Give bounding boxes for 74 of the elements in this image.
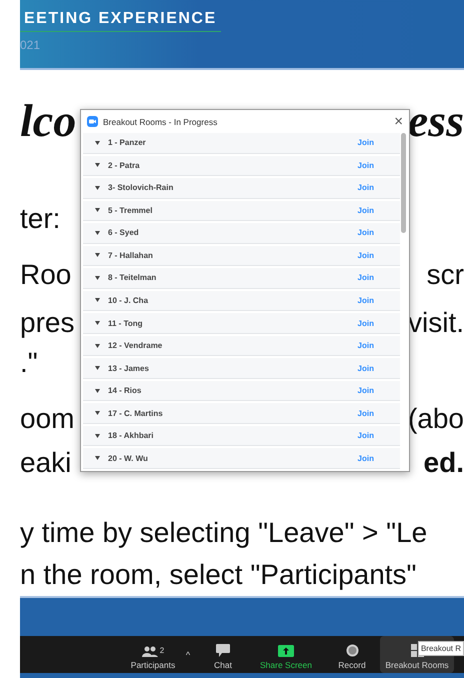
room-name: 10 - J. Cha	[108, 296, 150, 305]
slide-title-text: ess	[408, 98, 464, 144]
slide-text: n the room, select "Participants"	[20, 558, 416, 592]
slide-text: y time by selecting "Leave" > "Le	[20, 516, 428, 550]
expand-arrow-icon[interactable]	[95, 456, 100, 460]
toolbar-button[interactable]: Record	[324, 636, 380, 673]
slide-text: eaki	[20, 446, 72, 480]
room-row[interactable]: 13 - James Join	[83, 358, 400, 379]
slide-text: pres	[20, 306, 74, 340]
camera-app-icon	[87, 116, 98, 127]
toolbar-button[interactable]: Share Screen	[248, 636, 324, 673]
room-row[interactable]: 11 - Tong Join	[83, 313, 400, 334]
slide-text: visit.	[408, 306, 464, 340]
room-name: 14 - Rios	[108, 386, 142, 396]
room-row[interactable]: 10 - J. Cha Join	[83, 290, 400, 312]
tooltip: Breakout R	[418, 641, 464, 656]
room-row[interactable]: 7 - Hallahan Join	[83, 246, 400, 266]
room-name: 12 - Vendrame	[108, 341, 164, 350]
room-name: 8 - Teitelman	[108, 273, 158, 282]
slide-text: ter:	[20, 202, 60, 236]
expand-arrow-icon[interactable]	[95, 163, 100, 168]
room-row[interactable]: 5 - Tremmel Join	[83, 200, 400, 222]
expand-arrow-icon[interactable]	[95, 140, 100, 145]
room-name: 20 - W. Wu	[108, 454, 149, 463]
room-row[interactable]: 1 - Panzer Join	[83, 133, 400, 154]
dialog-title: Breakout Rooms - In Progress	[103, 116, 218, 126]
toolbar-button[interactable]: Chat	[198, 636, 248, 673]
expand-arrow-icon[interactable]	[95, 434, 100, 438]
room-name: 11 - Tong	[108, 318, 144, 328]
room-name: 5 - Tremmel	[108, 206, 154, 215]
room-name: 17 - C. Martins	[108, 408, 164, 418]
expand-arrow-icon[interactable]	[95, 344, 100, 348]
room-row[interactable]: 6 - Syed Join	[83, 223, 400, 244]
room-name: 13 - James	[108, 364, 150, 373]
expand-arrow-icon[interactable]	[95, 321, 100, 326]
banner-title: EETING EXPERIENCE	[20, 8, 221, 32]
banner-subtitle: 021	[20, 38, 40, 52]
room-name: 18 - Akhbari	[108, 431, 154, 440]
room-row[interactable]: 17 - C. Martins Join	[83, 403, 400, 424]
expand-arrow-icon[interactable]	[95, 388, 100, 393]
expand-arrow-icon[interactable]	[95, 366, 100, 370]
slide-text: scr	[426, 258, 464, 292]
caret-icon[interactable]: ^	[178, 650, 198, 660]
slide-title-text: lco	[20, 98, 76, 144]
record-icon	[346, 644, 358, 657]
chat-bubble-icon	[216, 644, 230, 657]
share-screen-icon	[278, 645, 294, 657]
expand-arrow-icon[interactable]	[95, 298, 100, 302]
expand-arrow-icon[interactable]	[95, 230, 100, 235]
close-button[interactable]: ×	[394, 114, 403, 129]
room-row[interactable]: 20 - W. Wu Join	[83, 448, 400, 469]
expand-arrow-icon[interactable]	[95, 253, 100, 258]
room-row[interactable]: 18 - Akhbari Join	[83, 426, 400, 446]
room-row[interactable]: 8 - Teitelman Join	[83, 268, 400, 289]
slide-text: Roo	[20, 258, 72, 292]
room-name: 2 - Patra	[108, 160, 141, 170]
room-name: 7 - Hallahan	[108, 250, 154, 260]
expand-arrow-icon[interactable]	[95, 276, 100, 280]
expand-arrow-icon[interactable]	[95, 208, 100, 212]
slide-text: ed.	[424, 446, 464, 480]
room-row[interactable]: 2 - Patra Join	[83, 156, 400, 176]
room-name: 3- Stolovich-Rain	[108, 183, 174, 192]
slide-text: (abo	[408, 402, 464, 436]
room-row[interactable]: 3- Stolovich-Rain Join	[83, 178, 400, 199]
slide-text: oom	[20, 402, 74, 436]
slide-text: ."	[20, 346, 38, 380]
people-icon	[142, 646, 158, 657]
room-name: 1 - Panzer	[108, 138, 147, 148]
room-row[interactable]: 14 - Rios Join	[83, 380, 400, 402]
scrollbar-thumb[interactable]	[401, 133, 406, 233]
room-row[interactable]: 12 - Vendrame Join	[83, 336, 400, 356]
expand-arrow-icon[interactable]	[95, 186, 100, 190]
room-name: 6 - Syed	[108, 228, 140, 238]
expand-arrow-icon[interactable]	[95, 411, 100, 416]
